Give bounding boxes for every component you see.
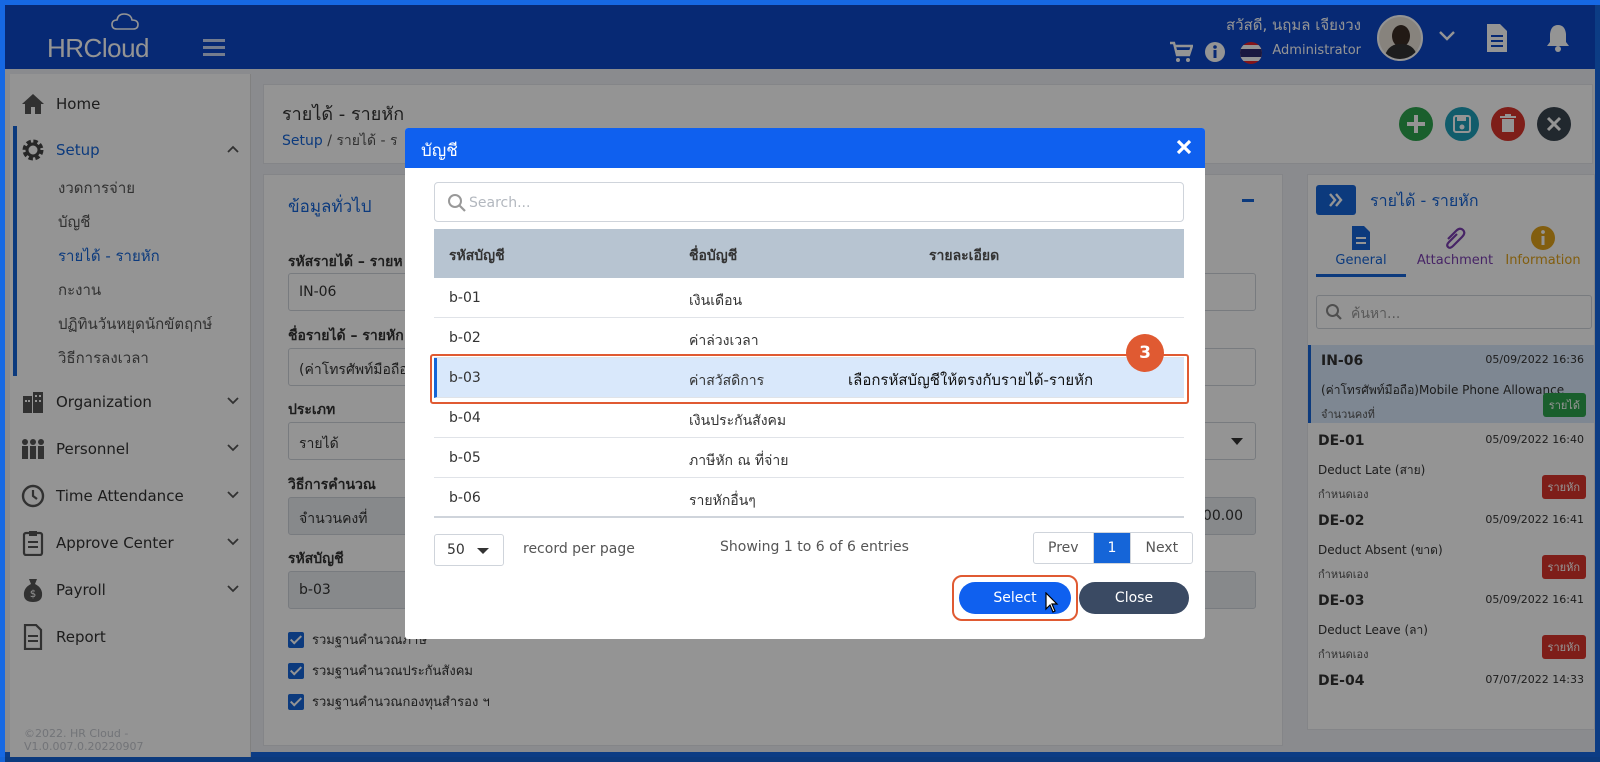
account-code: b-02 xyxy=(449,330,481,346)
close-button[interactable]: Close xyxy=(1079,582,1189,614)
account-name: รายหักอื่นๆ xyxy=(689,493,756,509)
account-name: เงินเดือน xyxy=(689,293,743,309)
table-row[interactable]: b-02 ค่าล่วงเวลา xyxy=(434,318,1184,358)
account-name: ภาษีหัก ณ ที่จ่าย xyxy=(689,453,789,469)
account-code: b-05 xyxy=(449,450,481,466)
table-header: รหัสบัญชี ชื่อบัญชี รายละเอียด xyxy=(434,229,1184,278)
caret-down-icon xyxy=(477,548,489,554)
column-header-detail[interactable]: รายละเอียด xyxy=(929,245,999,267)
column-header-name[interactable]: ชื่อบัญชี xyxy=(689,245,737,267)
column-header-code[interactable]: รหัสบัญชี xyxy=(449,245,505,267)
table-row[interactable]: b-04 เงินประกันสังคม xyxy=(434,398,1184,438)
per-page-value: 50 xyxy=(447,542,465,558)
modal-title: บัญชี xyxy=(421,141,458,161)
table-row[interactable]: b-06 รายหักอื่นๆ xyxy=(434,478,1184,518)
account-picker-modal: บัญชี Search... รหัสบัญชี ชื่อบัญชี รายล… xyxy=(405,128,1205,639)
page-1-button[interactable]: 1 xyxy=(1092,533,1131,563)
per-page-select[interactable]: 50 xyxy=(434,534,504,566)
search-icon xyxy=(448,194,466,212)
prev-page-button[interactable]: Prev xyxy=(1034,533,1093,563)
close-icon[interactable] xyxy=(1173,136,1195,158)
search-placeholder: Search... xyxy=(469,195,531,211)
step-number-badge: 3 xyxy=(1126,334,1164,372)
account-code: b-01 xyxy=(449,290,481,306)
instruction-note: เลือกรหัสบัญชีให้ตรงกับรายได้-รายหัก xyxy=(848,371,1094,389)
per-page-label: record per page xyxy=(523,541,635,557)
table-row[interactable]: b-05 ภาษีหัก ณ ที่จ่าย xyxy=(434,438,1184,478)
account-name: ค่าล่วงเวลา xyxy=(689,333,759,349)
modal-header: บัญชี xyxy=(405,128,1205,168)
search-input[interactable]: Search... xyxy=(434,182,1184,222)
next-page-button[interactable]: Next xyxy=(1130,533,1192,563)
table-row[interactable]: b-01 เงินเดือน xyxy=(434,278,1184,318)
pagination: Prev 1 Next xyxy=(1033,532,1194,564)
app-frame: HRCloud สวัสดี, นฤมล เจียงวง Administrat… xyxy=(0,0,1600,762)
account-code: b-06 xyxy=(449,490,481,506)
account-code: b-04 xyxy=(449,410,481,426)
account-name: เงินประกันสังคม xyxy=(689,413,787,429)
mouse-cursor-icon xyxy=(1045,592,1059,613)
entries-info: Showing 1 to 6 of 6 entries xyxy=(720,539,909,555)
